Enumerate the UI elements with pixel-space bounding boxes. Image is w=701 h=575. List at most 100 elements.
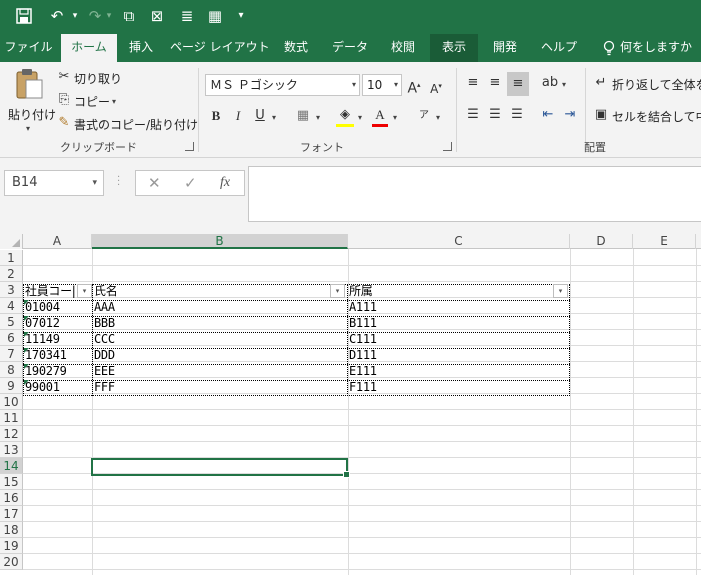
paste-dropdown-icon[interactable]: ▾	[26, 124, 30, 133]
column-header-a[interactable]: A	[23, 234, 92, 249]
row-header[interactable]: 4	[0, 298, 23, 314]
table-cell[interactable]: 01004	[23, 299, 92, 315]
active-cell-b14[interactable]	[91, 458, 350, 478]
tab-view[interactable]: 表示	[430, 34, 478, 62]
filter-dropdown-icon[interactable]: ▾	[330, 284, 345, 298]
row-header[interactable]: 11	[0, 410, 23, 426]
customize-quick-access-icon[interactable]: ▾	[234, 5, 248, 27]
tab-data[interactable]: データ	[324, 34, 376, 62]
fill-color-icon[interactable]: ◈	[336, 106, 354, 127]
tab-developer[interactable]: 開発	[482, 34, 528, 62]
wrap-text-button[interactable]: ↵ 折り返して全体を表	[592, 74, 701, 94]
macro-icon[interactable]: ⧉	[118, 5, 140, 27]
font-name-select[interactable]: ＭＳ Ｐゴシック ▾	[205, 74, 360, 96]
column-header-c[interactable]: C	[348, 234, 570, 249]
row-header[interactable]: 14	[0, 458, 23, 474]
table-cell[interactable]: EEE	[92, 363, 347, 379]
increase-font-icon[interactable]: A▴	[406, 76, 422, 98]
phonetic-dropdown-icon[interactable]: ▾	[436, 113, 440, 122]
table-header-employee-code[interactable]: 社員コー|	[23, 283, 80, 299]
select-all-button[interactable]	[0, 234, 23, 249]
decrease-font-icon[interactable]: A▾	[428, 77, 444, 98]
filter-icon[interactable]: ▦	[204, 5, 226, 27]
font-color-icon[interactable]: A	[372, 106, 388, 127]
insert-function-button[interactable]: fx	[220, 171, 230, 195]
row-header[interactable]: 7	[0, 346, 23, 362]
tab-formulas[interactable]: 数式	[274, 34, 318, 62]
row-header[interactable]: 17	[0, 506, 23, 522]
formula-input[interactable]	[248, 166, 701, 222]
undo-icon[interactable]: ↶	[46, 5, 68, 27]
bold-button[interactable]: B	[208, 107, 224, 125]
borders-dropdown-icon[interactable]: ▾	[316, 113, 320, 122]
worksheet-grid[interactable]: A B C D E 1 2 3 4 5 6 7 8 9 10 11 12 13 …	[0, 234, 701, 575]
table-cell[interactable]: DDD	[92, 347, 347, 363]
align-right-icon[interactable]: ☰	[508, 106, 526, 124]
redo-dropdown-icon[interactable]: ▾	[104, 5, 114, 27]
row-header[interactable]: 6	[0, 330, 23, 346]
tab-home[interactable]: ホーム	[61, 34, 117, 63]
row-header[interactable]: 3	[0, 282, 23, 298]
table-cell[interactable]: 99001	[23, 379, 92, 395]
fill-color-dropdown-icon[interactable]: ▾	[358, 113, 362, 122]
tab-file[interactable]: ファイル	[0, 34, 57, 62]
align-center-icon[interactable]: ☰	[486, 106, 504, 124]
table-cell[interactable]: C111	[347, 331, 569, 347]
align-top-icon[interactable]: ≡	[464, 74, 482, 92]
format-painter-button[interactable]: ✎ 書式のコピー/貼り付け	[56, 114, 199, 134]
cut-button[interactable]: ✂ 切り取り	[56, 68, 126, 88]
table-cell[interactable]: 11149	[23, 331, 92, 347]
merge-center-button[interactable]: ▣ セルを結合して中央	[592, 106, 701, 126]
table-cell[interactable]: 07012	[23, 315, 92, 331]
italic-button[interactable]: I	[230, 107, 246, 125]
decrease-indent-icon[interactable]: ⇤	[538, 106, 558, 124]
align-left-icon[interactable]: ☰	[464, 106, 482, 124]
borders-icon[interactable]: ▦	[294, 107, 312, 125]
tab-help[interactable]: ヘルプ	[532, 34, 586, 62]
font-launcher-icon[interactable]	[443, 142, 452, 151]
font-color-dropdown-icon[interactable]: ▾	[393, 113, 397, 122]
clipboard-launcher-icon[interactable]	[185, 142, 194, 151]
align-middle-icon[interactable]: ≡	[486, 74, 504, 92]
column-header-d[interactable]: D	[570, 234, 633, 249]
row-header[interactable]: 12	[0, 426, 23, 442]
row-header[interactable]: 16	[0, 490, 23, 506]
filter-dropdown-icon[interactable]: ▾	[77, 284, 92, 298]
table-cell[interactable]: BBB	[92, 315, 347, 331]
clear-filter-icon[interactable]: ⊠	[146, 5, 168, 27]
increase-indent-icon[interactable]: ⇥	[560, 106, 580, 124]
table-cell[interactable]: B111	[347, 315, 569, 331]
row-header[interactable]: 9	[0, 378, 23, 394]
copy-dropdown-icon[interactable]: ▾	[112, 97, 116, 106]
column-header-e[interactable]: E	[633, 234, 696, 249]
row-header[interactable]: 18	[0, 522, 23, 538]
column-header-b[interactable]: B	[92, 234, 348, 249]
name-box[interactable]: B14 ▾	[4, 170, 104, 196]
underline-button[interactable]: U	[252, 107, 268, 125]
row-header[interactable]: 10	[0, 394, 23, 410]
table-header-name[interactable]: 氏名	[92, 283, 332, 299]
table-cell[interactable]: CCC	[92, 331, 347, 347]
row-header[interactable]: 8	[0, 362, 23, 378]
save-icon[interactable]	[14, 5, 34, 27]
table-cell[interactable]: F111	[347, 379, 569, 395]
row-header[interactable]: 15	[0, 474, 23, 490]
tab-insert[interactable]: 挿入	[120, 34, 162, 62]
sort-icon[interactable]: ≣	[176, 5, 198, 27]
orientation-icon[interactable]: ab	[540, 74, 560, 92]
tab-page-layout[interactable]: ページ レイアウト	[170, 34, 270, 62]
table-cell[interactable]: D111	[347, 347, 569, 363]
row-header[interactable]: 20	[0, 554, 23, 570]
undo-dropdown-icon[interactable]: ▾	[70, 5, 80, 27]
table-header-department[interactable]: 所属	[347, 283, 552, 299]
paste-button[interactable]: 貼り付け ▾	[4, 68, 56, 133]
confirm-entry-button[interactable]: ✓	[184, 171, 197, 195]
table-cell[interactable]: E111	[347, 363, 569, 379]
filter-dropdown-icon[interactable]: ▾	[553, 284, 568, 298]
orientation-dropdown-icon[interactable]: ▾	[562, 80, 566, 89]
row-header[interactable]: 13	[0, 442, 23, 458]
row-header[interactable]: 1	[0, 250, 23, 266]
tab-review[interactable]: 校閲	[380, 34, 426, 62]
redo-icon[interactable]: ↷	[84, 5, 106, 27]
resize-grip-icon[interactable]: · · ·	[117, 173, 120, 191]
